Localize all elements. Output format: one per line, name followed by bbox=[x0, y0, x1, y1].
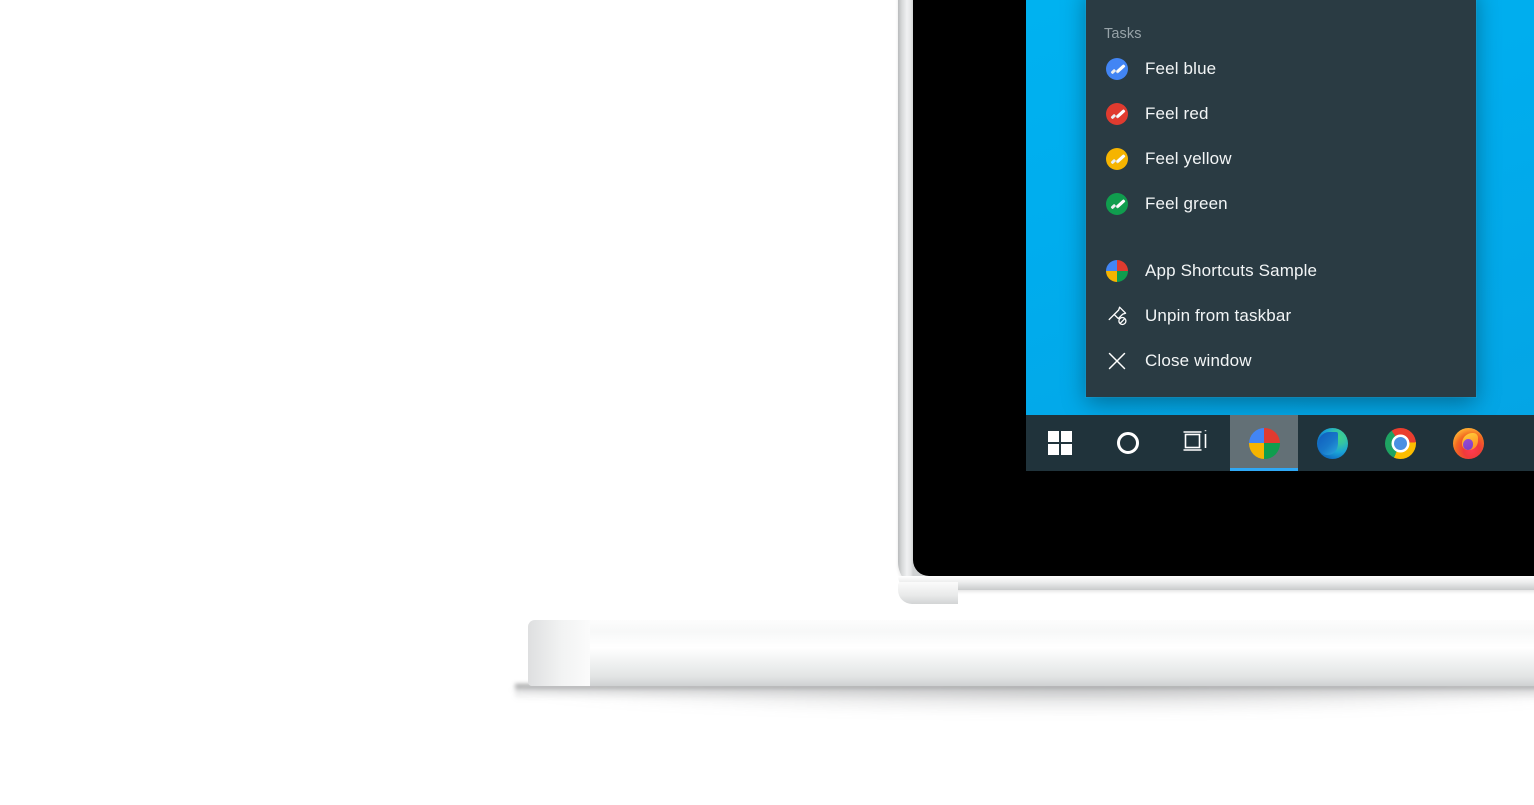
laptop-base-shadow bbox=[515, 684, 1534, 700]
laptop-base-left-edge bbox=[528, 620, 590, 686]
taskbar-microsoft-edge-button[interactable] bbox=[1298, 415, 1366, 471]
chrome-icon bbox=[1384, 427, 1416, 459]
app-shortcuts-sample-icon bbox=[1248, 427, 1280, 459]
jump-list-item-label: Unpin from taskbar bbox=[1145, 305, 1292, 325]
laptop-lid-bottom-edge bbox=[898, 576, 1534, 590]
taskbar-google-chrome-button[interactable] bbox=[1366, 415, 1434, 471]
jump-list-item-feel-green[interactable]: Feel green bbox=[1086, 181, 1476, 226]
jump-list-item-close-window[interactable]: Close window bbox=[1086, 338, 1476, 383]
laptop-device-photo: Tasks Feel blue Feel red Feel yellow Fee… bbox=[0, 0, 1534, 805]
task-view-icon bbox=[1182, 428, 1210, 459]
cortana-circle-icon bbox=[1117, 432, 1139, 454]
taskbar-mozilla-firefox-button[interactable] bbox=[1434, 415, 1502, 471]
windows-logo-icon bbox=[1048, 431, 1072, 455]
jump-list-item-label: Feel red bbox=[1145, 103, 1209, 123]
paint-green-icon bbox=[1104, 191, 1130, 217]
jump-list-item-feel-blue[interactable]: Feel blue bbox=[1086, 46, 1476, 91]
jump-list-menu: Tasks Feel blue Feel red Feel yellow Fee… bbox=[1086, 0, 1476, 397]
paint-red-icon bbox=[1104, 101, 1130, 127]
jump-list-item-label: Feel blue bbox=[1145, 58, 1217, 78]
laptop-base bbox=[528, 620, 1534, 686]
jump-list-item-unpin-from-taskbar[interactable]: Unpin from taskbar bbox=[1086, 293, 1476, 338]
jump-list-item-feel-yellow[interactable]: Feel yellow bbox=[1086, 136, 1476, 181]
laptop-hinge-notch bbox=[898, 582, 958, 604]
taskbar-task-view-button[interactable] bbox=[1162, 415, 1230, 471]
firefox-icon bbox=[1452, 427, 1484, 459]
jump-list-header-tasks: Tasks bbox=[1104, 26, 1142, 42]
app-shortcuts-sample-icon bbox=[1104, 258, 1130, 284]
windows-taskbar bbox=[1026, 415, 1534, 471]
unpin-icon bbox=[1104, 303, 1130, 329]
close-icon bbox=[1104, 348, 1130, 374]
screen-content: Tasks Feel blue Feel red Feel yellow Fee… bbox=[1026, 0, 1534, 471]
paint-blue-icon bbox=[1104, 56, 1130, 82]
jump-list-item-label: Feel yellow bbox=[1145, 148, 1232, 168]
jump-list-item-feel-red[interactable]: Feel red bbox=[1086, 91, 1476, 136]
jump-list-separator-space bbox=[1086, 226, 1476, 248]
edge-icon bbox=[1316, 427, 1348, 459]
taskbar-start-button[interactable] bbox=[1026, 415, 1094, 471]
taskbar-cortana-button[interactable] bbox=[1094, 415, 1162, 471]
taskbar-app-shortcuts-sample-button[interactable] bbox=[1230, 415, 1298, 471]
jump-list-item-label: Close window bbox=[1145, 350, 1252, 370]
jump-list-item-label: Feel green bbox=[1145, 193, 1228, 213]
jump-list-item-app-shortcuts-sample[interactable]: App Shortcuts Sample bbox=[1086, 248, 1476, 293]
paint-yellow-icon bbox=[1104, 146, 1130, 172]
jump-list-item-label: App Shortcuts Sample bbox=[1145, 260, 1318, 280]
